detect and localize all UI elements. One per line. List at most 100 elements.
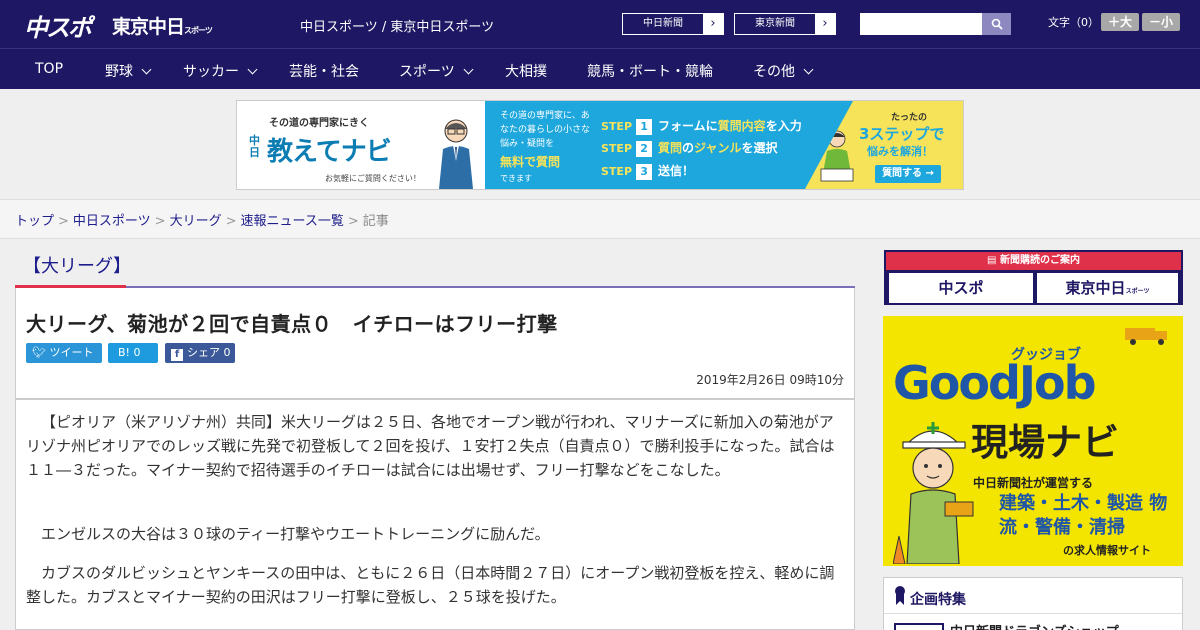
article-body: 【ピオリア（米アリゾナ州）共同】米大リーグは２５日、各地でオープン戦が行われ、マ…	[15, 399, 855, 630]
tokyo-logo-text: 東京中日	[112, 16, 185, 38]
divider	[884, 613, 1182, 614]
breadcrumb-top[interactable]: トップ	[15, 214, 54, 229]
hatena-bookmark-button[interactable]: B! 0	[108, 343, 158, 363]
article-header: 大リーグ、菊池が２回で自責点０ イチローはフリー打撃 🐦︎ ツイート B! 0 …	[15, 288, 855, 399]
nav-label: スポーツ	[399, 64, 455, 80]
step-text: 送信！	[658, 164, 695, 178]
paper-button-label: 中日新聞	[623, 14, 703, 34]
step-label: STEP	[601, 165, 633, 178]
breadcrumb: トップ > 中日スポーツ > 大リーグ > 速報ニュース一覧 > 記事	[0, 200, 1200, 239]
step-text: フォーム	[658, 119, 706, 133]
chunichi-shimbun-button[interactable]: 中日新聞 ›	[622, 13, 724, 35]
nav-label: サッカー	[183, 64, 239, 80]
nav-label: その他	[753, 64, 795, 80]
facebook-icon: f	[171, 349, 183, 361]
subscribe-chuspo-button[interactable]: 中スポ	[889, 273, 1033, 303]
chevron-down-icon	[247, 64, 258, 75]
step-text: を選択	[741, 141, 778, 155]
breadcrumb-separator: >	[225, 214, 237, 229]
search-button[interactable]	[982, 13, 1011, 35]
chevron-down-icon	[803, 64, 814, 75]
paper-button-label: 東京新聞	[735, 14, 815, 34]
ad-right-mid: 悩みを解消！	[867, 145, 933, 158]
article-paragraph: 【ピオリア（米アリゾナ州）共同】米大リーグは２５日、各地でオープン戦が行われ、マ…	[26, 413, 835, 479]
font-bigger-button[interactable]: ＋大	[1101, 13, 1139, 31]
twitter-icon: 🐦︎	[32, 346, 50, 359]
ad-mid-panel: その道の専門家に、あなたの暮らしの小さな悩み・疑問を 無料で質問 できます	[485, 101, 597, 189]
subscribe-tokyo-label: 東京中日	[1065, 279, 1126, 297]
article-paragraph: カブスのダルビッシュとヤンキースの田中は、ともに２６日（日本時間２７日）にオープ…	[26, 564, 835, 606]
ad-right-big: 3ステップで	[859, 125, 945, 143]
article-datetime: 2019年2月26日 09時10分	[696, 373, 844, 387]
ad-left-panel: その道の専門家にきく 中日 教えてナビ お気軽にご質問ください！	[237, 101, 485, 189]
goodjob-ad[interactable]: グッジョブ GoodJob 現場ナビ 中日新聞社が運営する 建築・土木・製造 物…	[883, 316, 1183, 566]
nav-soccer[interactable]: サッカー	[183, 61, 258, 81]
feature-item-link[interactable]: 中日新聞ドラゴンズショップ	[950, 621, 1119, 630]
breadcrumb-current: 記事	[362, 214, 389, 229]
tokyo-logo-suffix: スポーツ	[184, 26, 213, 35]
breadcrumb-separator: >	[154, 214, 166, 229]
tweet-button[interactable]: 🐦︎ ツイート	[26, 343, 102, 363]
step-highlight: 質問	[658, 141, 683, 155]
truck-icon	[1125, 328, 1167, 345]
tokyo-chunichi-logo[interactable]: 東京中日スポーツ	[112, 12, 213, 39]
chevron-down-icon	[141, 64, 152, 75]
step-label: STEP	[601, 142, 633, 155]
ad-step-1: STEP 1 フォームに質問内容を入力	[601, 117, 802, 135]
expert-illustration-icon	[439, 119, 473, 189]
subscription-title-text: 新聞購読のご案内	[999, 255, 1080, 266]
nav-sports[interactable]: スポーツ	[399, 61, 474, 81]
nav-label: 野球	[105, 64, 133, 80]
site-links[interactable]: 中日スポーツ / 東京中日スポーツ	[300, 16, 494, 35]
chevron-right-icon: ›	[710, 16, 716, 31]
ad-mid-text: その道の専門家に、あなたの暮らしの小さな悩み・疑問を	[500, 111, 591, 149]
step-label: STEP	[601, 120, 633, 133]
step-number: 1	[636, 119, 653, 135]
goodjob-title: GoodJob	[893, 356, 1097, 410]
breadcrumb-news-list[interactable]: 速報ニュース一覧	[241, 214, 344, 229]
nav-top[interactable]: TOP	[35, 61, 63, 77]
top-bar: 中スポ 東京中日スポーツ 中日スポーツ / 東京中日スポーツ 中日新聞 › 東京…	[0, 0, 1200, 48]
font-size-label: 文字（0）	[1048, 16, 1099, 29]
nav-label: 競馬・ボート・競輪	[587, 64, 713, 80]
newspaper-icon: ▤	[987, 255, 1000, 266]
ad-right-top: たったの	[891, 113, 928, 123]
hatena-label: B! 0	[118, 346, 141, 359]
nav-racing[interactable]: 競馬・ボート・競輪	[587, 61, 713, 81]
nav-other[interactable]: その他	[753, 61, 814, 81]
step-text: に	[705, 119, 718, 133]
main-nav: TOP 野球 サッカー 芸能・社会 スポーツ 大相撲 競馬・ボート・競輪 その他	[0, 48, 1200, 89]
step-number: 2	[636, 141, 653, 157]
tweet-label: ツイート	[49, 346, 94, 359]
breadcrumb-chunichi-sports[interactable]: 中日スポーツ	[73, 214, 151, 229]
oshiete-navi-ad[interactable]: その道の専門家にきく 中日 教えてナビ お気軽にご質問ください！ その道の専門家…	[236, 100, 964, 190]
ad-note: お気軽にご質問ください！	[325, 174, 421, 183]
construction-worker-icon	[893, 422, 974, 564]
tokyo-shimbun-button[interactable]: 東京新聞 ›	[734, 13, 836, 35]
chuspo-logo[interactable]: 中スポ	[24, 8, 92, 43]
category-heading: 【大リーグ】	[15, 240, 855, 288]
nav-label: TOP	[35, 61, 64, 77]
nav-sumo[interactable]: 大相撲	[505, 61, 547, 81]
ad-mid-highlight: 無料で質問	[500, 155, 561, 169]
subscribe-tokyo-button[interactable]: 東京中日スポーツ	[1037, 273, 1178, 303]
nav-entertainment[interactable]: 芸能・社会	[289, 61, 359, 81]
ad-step-3: STEP 3 送信！	[601, 162, 694, 180]
ad-side-label: 中日	[249, 134, 260, 159]
breadcrumb-separator: >	[347, 214, 359, 229]
shop-thumbnail[interactable]	[894, 623, 944, 630]
nav-label: 芸能・社会	[289, 64, 359, 80]
font-smaller-button[interactable]: －小	[1142, 13, 1180, 31]
goodjob-fields: 建築・土木・製造 物流・警備・清掃	[999, 493, 1168, 538]
ad-tagline: その道の専門家にきく	[269, 118, 369, 129]
nav-baseball[interactable]: 野球	[105, 61, 152, 81]
subscribe-tokyo-suffix: スポーツ	[1125, 288, 1150, 295]
facebook-share-button[interactable]: f シェア 0	[165, 343, 235, 363]
ad-title: 教えてナビ	[267, 137, 392, 167]
category-label[interactable]: 【大リーグ】	[23, 252, 131, 278]
subscription-box: ▤ 新聞購読のご案内 中スポ 東京中日スポーツ	[884, 250, 1183, 305]
search-input[interactable]	[860, 13, 982, 35]
ad-ask-button[interactable]: 質問する →	[875, 165, 941, 183]
breadcrumb-mlb[interactable]: 大リーグ	[170, 214, 222, 229]
ribbon-icon	[895, 586, 905, 605]
